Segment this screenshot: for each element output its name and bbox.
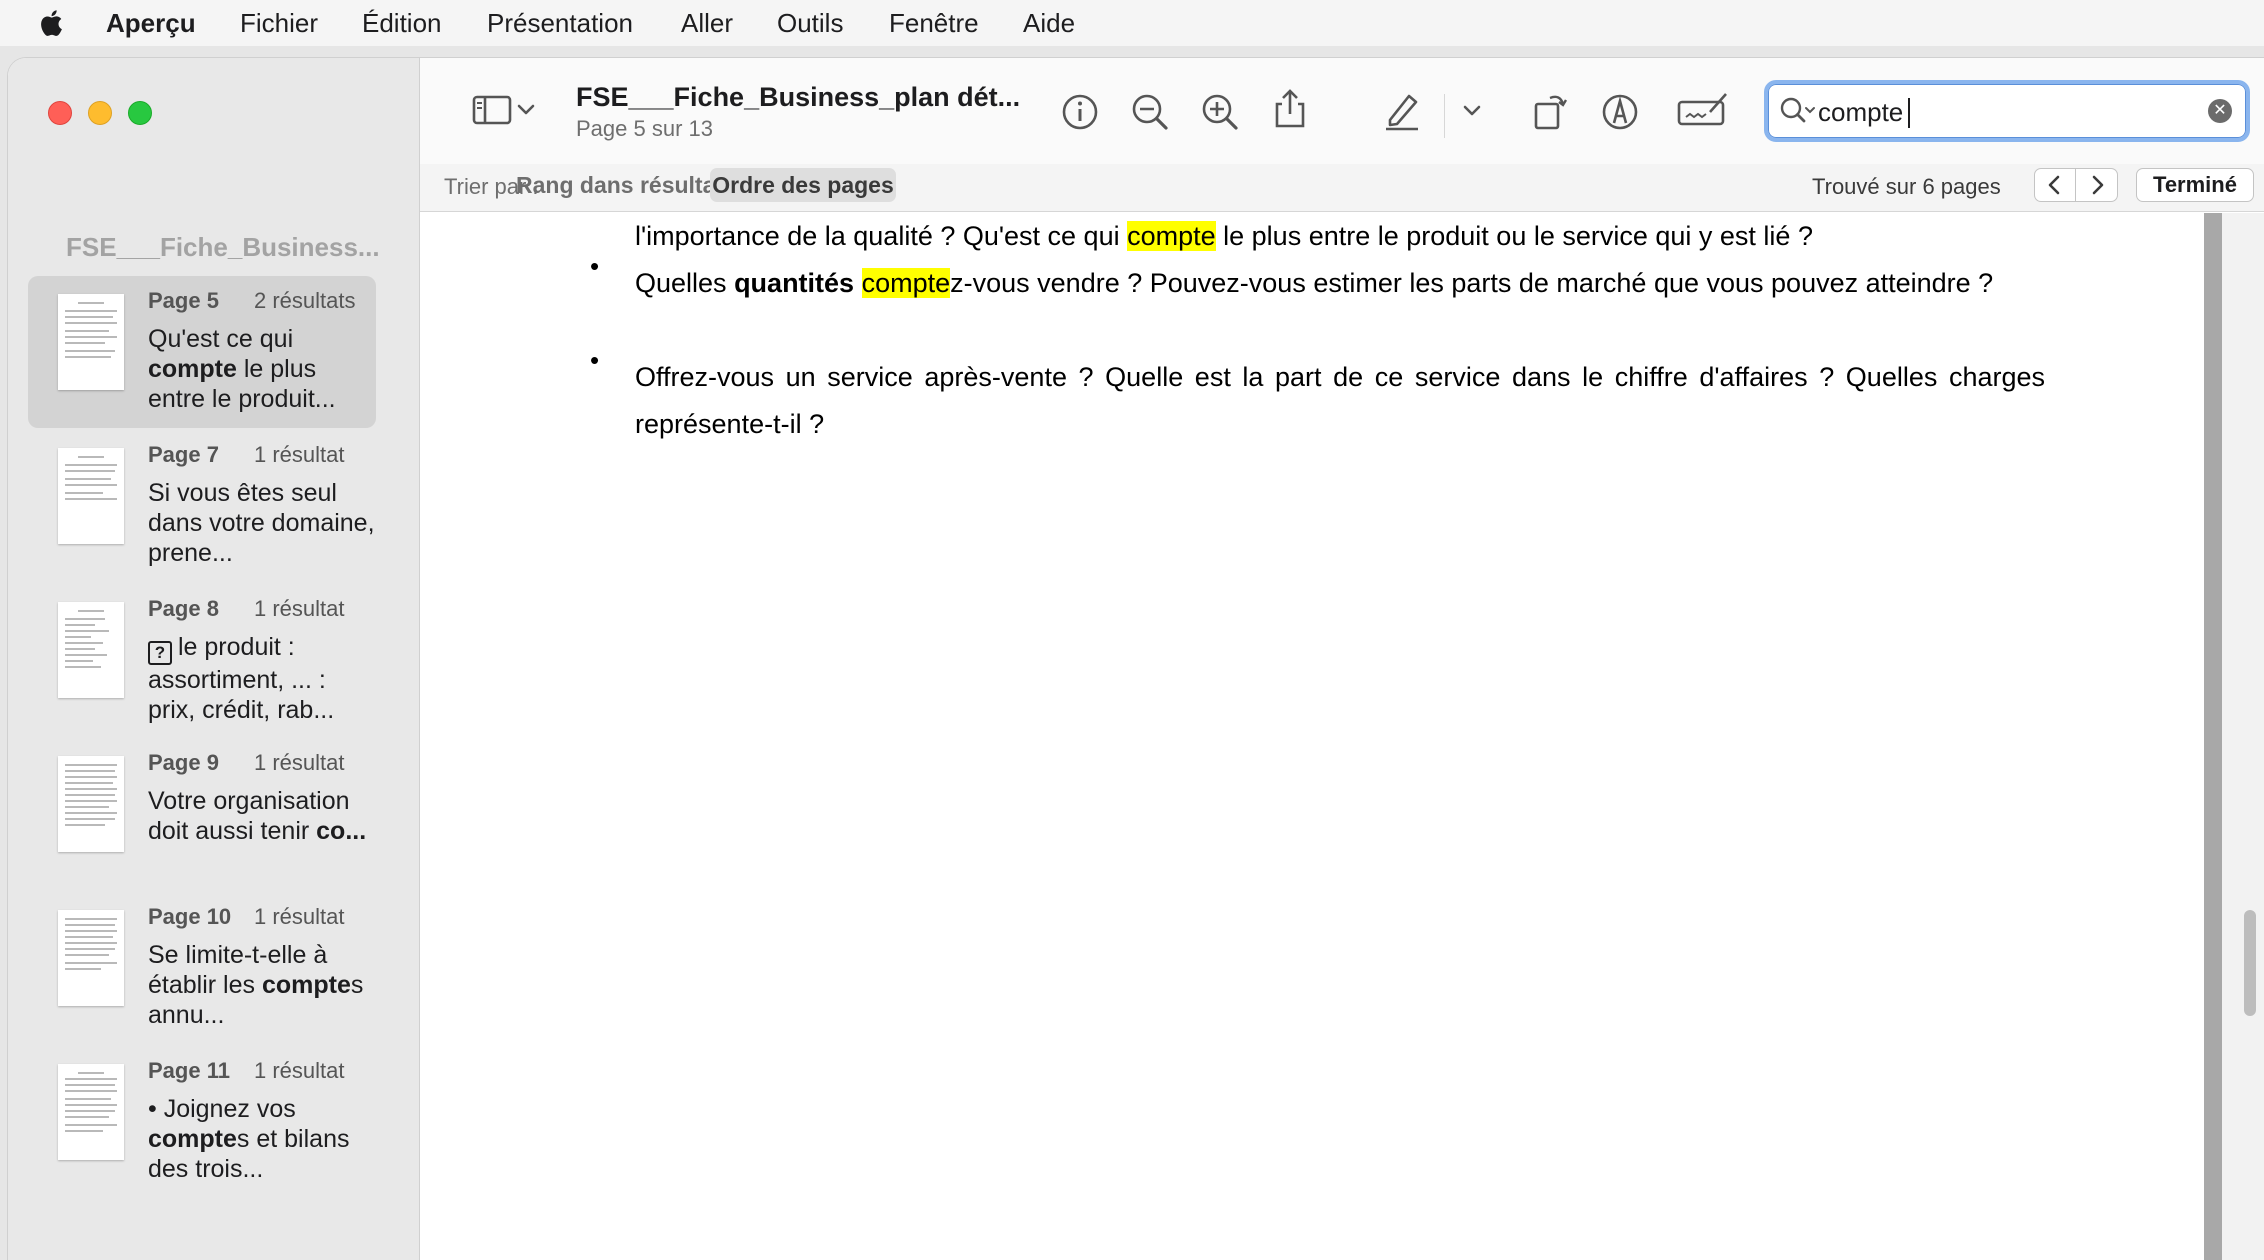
text-caret — [1908, 98, 1910, 128]
result-snippet: Se limite-t-elle à établir les comptes a… — [148, 941, 364, 1029]
zoom-in-icon[interactable] — [1198, 90, 1242, 134]
search-result-page-8[interactable]: Page 8 1 résultat ? le produit : assortim… — [28, 584, 376, 736]
result-snippet: • Joignez vos comptes et bilans des troi… — [148, 1095, 350, 1183]
bullet-marker: • — [590, 345, 600, 375]
previous-result-button[interactable] — [2034, 168, 2076, 202]
chevron-right-icon — [2092, 175, 2103, 195]
document-view[interactable]: … . . , l'importance de la qualité ? Qu'… — [420, 213, 2220, 1260]
apple-logo-icon[interactable] — [38, 7, 66, 39]
result-page-number: Page 5 — [148, 288, 219, 313]
search-result-page-9[interactable]: Page 9 1 résultat Votre organisation doi… — [28, 738, 376, 890]
scrollbar-track[interactable] — [2222, 213, 2264, 1260]
sort-by-page-order-button[interactable]: Ordre des pages — [710, 168, 896, 202]
menu-aide[interactable]: Aide — [1023, 0, 1075, 46]
result-page-number: Page 9 — [148, 750, 219, 775]
result-page-number: Page 7 — [148, 442, 219, 467]
scrollbar-thumb[interactable] — [2244, 910, 2256, 1016]
menu-fichier[interactable]: Fichier — [240, 0, 318, 46]
result-snippet: Si vous êtes seul dans votre domaine, pr… — [148, 479, 375, 567]
info-icon[interactable] — [1058, 90, 1102, 134]
result-count: 2 résultats — [254, 288, 356, 313]
search-results-bar: Trier par : Rang dans résultats Ordre de… — [420, 164, 2264, 212]
chevron-down-icon[interactable] — [514, 88, 538, 132]
clear-search-icon[interactable]: ✕ — [2208, 99, 2232, 123]
menu-bar: Aperçu Fichier Édition Présentation Alle… — [0, 0, 2264, 46]
minimize-window-button[interactable] — [88, 101, 112, 125]
document-paragraph: l'importance de la qualité ? Qu'est ce q… — [635, 221, 1813, 251]
document-bullet-item: Quelles quantités comptez-vous vendre ? … — [635, 268, 1994, 298]
search-result-page-5[interactable]: Page 5 2 résultats Qu'est ce qui compte … — [28, 276, 376, 428]
signature-icon[interactable] — [1676, 88, 1730, 132]
result-count: 1 résultat — [254, 1058, 345, 1083]
result-count: 1 résultat — [254, 442, 345, 467]
page-thumbnail — [58, 294, 124, 390]
search-field[interactable]: ✕ — [1764, 80, 2250, 142]
document-bullet-item: Offrez-vous un service après-vente ? Que… — [635, 362, 2045, 439]
menu-aller[interactable]: Aller — [681, 0, 733, 46]
highlight-pen-icon[interactable] — [1380, 88, 1424, 132]
markup-icon[interactable] — [1598, 90, 1642, 134]
chevron-down-icon[interactable] — [1460, 88, 1484, 132]
menu-app-name[interactable]: Aperçu — [106, 0, 196, 46]
result-page-number: Page 11 — [148, 1058, 230, 1083]
chevron-left-icon — [2048, 175, 2060, 195]
search-highlight: compte — [861, 268, 951, 298]
menu-edition[interactable]: Édition — [362, 0, 442, 46]
bullet-marker: • — [590, 251, 600, 281]
close-window-button[interactable] — [48, 101, 72, 125]
page-thumbnail — [58, 1064, 124, 1160]
result-page-number: Page 8 — [148, 596, 219, 621]
fullscreen-window-button[interactable] — [128, 101, 152, 125]
result-snippet: Votre organisation doit aussi tenir co..… — [148, 787, 367, 845]
page-thumbnail — [58, 910, 124, 1006]
sidebar-document-name: FSE___Fiche_Business... — [66, 232, 380, 262]
result-page-number: Page 10 — [148, 904, 232, 929]
result-count: 1 résultat — [254, 596, 345, 621]
sidebar-toggle-icon[interactable] — [470, 88, 514, 132]
page-edge — [2204, 213, 2222, 1260]
found-count-text: Trouvé sur 6 pages — [1812, 174, 2001, 199]
share-icon[interactable] — [1268, 86, 1312, 130]
next-result-button[interactable] — [2076, 168, 2118, 202]
done-button[interactable]: Terminé — [2136, 168, 2254, 202]
search-result-page-7[interactable]: Page 7 1 résultat Si vous êtes seul dans… — [28, 430, 376, 582]
result-count: 1 résultat — [254, 750, 345, 775]
preview-window: FSE___Fiche_Business... Page 5 2 résulta… — [8, 58, 2264, 1260]
menu-fenetre[interactable]: Fenêtre — [889, 0, 979, 46]
page-thumbnail — [58, 756, 124, 852]
search-result-page-11[interactable]: Page 11 1 résultat • Joignez vos comptes… — [28, 1046, 376, 1198]
rotate-icon[interactable] — [1528, 88, 1572, 132]
sort-by-rank-button[interactable]: Rang dans résultats — [516, 168, 736, 202]
search-input[interactable] — [1818, 92, 2188, 132]
result-snippet: ? le produit : assortiment, ... : prix, c… — [148, 633, 335, 724]
search-highlight: compte — [1127, 221, 1216, 251]
page-indicator: Page 5 sur 13 — [576, 116, 713, 141]
search-results-sidebar: FSE___Fiche_Business... Page 5 2 résulta… — [8, 58, 420, 1260]
menu-presentation[interactable]: Présentation — [487, 0, 633, 46]
result-count: 1 résultat — [254, 904, 345, 929]
zoom-out-icon[interactable] — [1128, 90, 1172, 134]
page-thumbnail — [58, 448, 124, 544]
document-title: FSE___Fiche_Business_plan dét... — [576, 82, 1021, 112]
result-snippet: Qu'est ce qui compte le plus entre le pr… — [148, 325, 336, 413]
toolbar: FSE___Fiche_Business_plan dét... Page 5 … — [420, 58, 2264, 164]
menu-outils[interactable]: Outils — [777, 0, 843, 46]
search-icon[interactable] — [1778, 95, 1818, 129]
search-result-page-10[interactable]: Page 10 1 résultat Se limite-t-elle à ét… — [28, 892, 376, 1044]
question-box-icon: ? — [148, 641, 172, 665]
page-thumbnail — [58, 602, 124, 698]
